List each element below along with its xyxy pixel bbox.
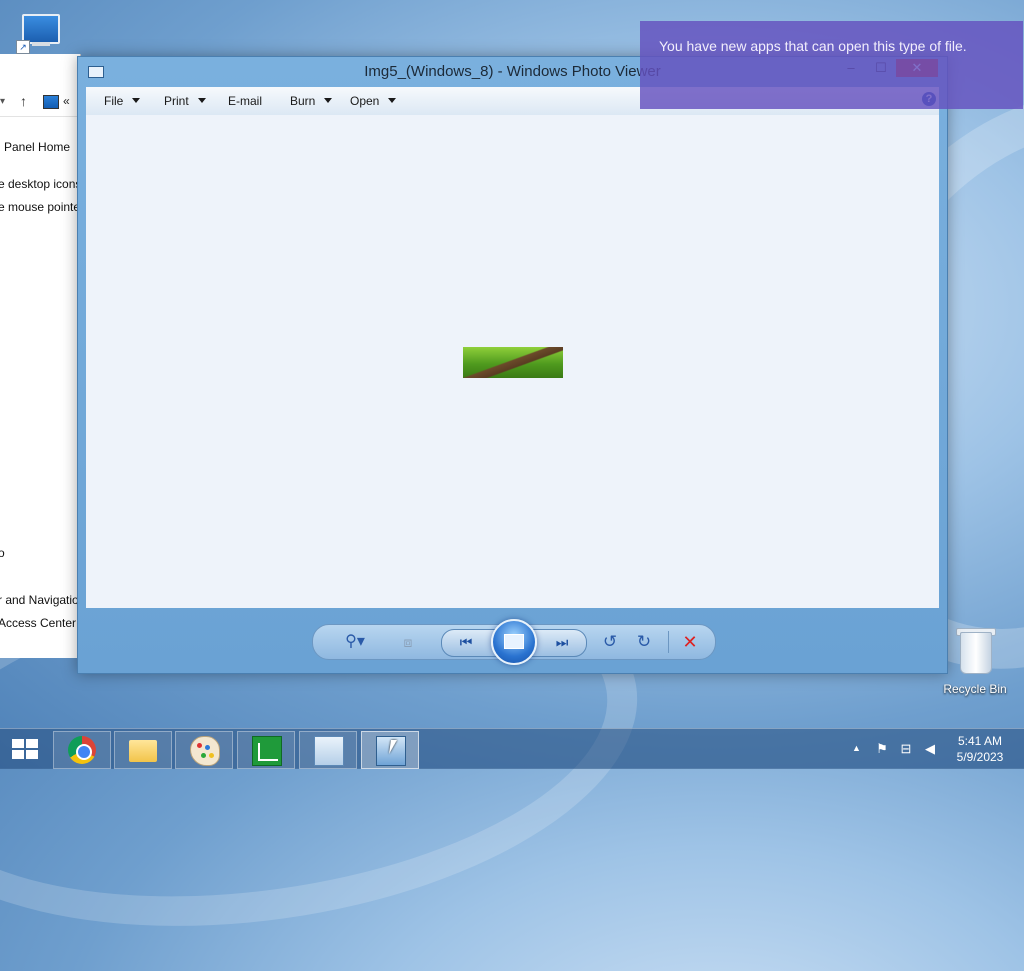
playback-controls: ⚲▾ ⧈ ⏮ ⏭ ↺ ↻ ✕ xyxy=(312,619,716,665)
network-icon[interactable]: ⊟ xyxy=(898,741,914,757)
up-arrow-icon[interactable]: ↑ xyxy=(20,93,27,109)
chrome-icon xyxy=(68,736,96,764)
paint-palette-icon xyxy=(190,736,220,766)
taskbar: ▲ ⚑ ⊟ ◀ 5:41 AM 5/9/2023 xyxy=(0,728,1024,769)
recycle-bin-label: Recycle Bin xyxy=(943,682,1007,696)
next-icon[interactable]: ⏭ xyxy=(545,631,579,653)
control-panel-window[interactable]: ▾ ↑ « l Panel Home e desktop icons e mou… xyxy=(0,54,81,658)
clock-date: 5/9/2023 xyxy=(956,750,1004,764)
slideshow-button[interactable] xyxy=(491,619,537,665)
start-button[interactable] xyxy=(12,739,38,759)
show-hidden-icons-button[interactable]: ▲ xyxy=(852,743,861,753)
recent-locations-dropdown[interactable]: ▾ xyxy=(0,96,5,107)
rotate-right-icon[interactable]: ↻ xyxy=(631,631,657,653)
previous-icon[interactable]: ⏮ xyxy=(449,631,483,653)
cp-link-mouse-pointers[interactable]: e mouse pointe xyxy=(0,200,80,214)
computer-desktop-icon[interactable]: ↗ xyxy=(14,10,64,56)
folder-icon xyxy=(129,740,157,762)
cp-link-navigation[interactable]: r and Navigatio xyxy=(0,593,79,607)
cp-link-desktop-icons[interactable]: e desktop icons xyxy=(0,177,80,191)
cp-link-panel-home[interactable]: l Panel Home xyxy=(0,140,70,154)
controls-divider xyxy=(668,631,669,653)
taskbar-file-explorer[interactable] xyxy=(114,731,172,769)
windows-logo-icon xyxy=(12,739,24,748)
taskbar-paint[interactable] xyxy=(175,731,233,769)
menu-open[interactable]: Open xyxy=(350,94,397,108)
actual-size-icon[interactable]: ⧈ xyxy=(395,631,421,653)
image-canvas[interactable] xyxy=(86,115,939,608)
action-center-flag-icon[interactable]: ⚑ xyxy=(874,741,890,757)
chart-icon xyxy=(252,736,282,766)
delete-icon[interactable]: ✕ xyxy=(675,631,705,653)
control-panel-icon xyxy=(43,95,59,109)
cp-link-truncated[interactable]: o xyxy=(0,546,5,560)
rotate-left-icon[interactable]: ↺ xyxy=(597,631,623,653)
system-clock[interactable]: 5:41 AM 5/9/2023 xyxy=(950,733,1010,765)
taskbar-chart-app[interactable] xyxy=(237,731,295,769)
chevron-down-icon xyxy=(324,98,333,103)
control-panel-toolbar: ▾ ↑ « xyxy=(0,90,80,117)
shortcut-arrow-icon: ↗ xyxy=(16,40,30,54)
menu-burn[interactable]: Burn xyxy=(290,94,333,108)
clock-time: 5:41 AM xyxy=(957,734,1003,748)
menu-print[interactable]: Print xyxy=(164,94,206,108)
control-panel-icon xyxy=(314,736,344,766)
cp-link-access-center[interactable]: Access Center xyxy=(0,616,76,630)
new-apps-notification[interactable]: You have new apps that can open this typ… xyxy=(640,21,1023,109)
menu-file[interactable]: File xyxy=(104,94,141,108)
slideshow-icon xyxy=(504,634,524,649)
breadcrumb[interactable]: « xyxy=(63,94,70,108)
volume-muted-icon[interactable]: ◀ xyxy=(922,741,938,757)
recycle-bin-desktop-icon[interactable]: Recycle Bin xyxy=(940,628,1010,700)
notification-message: You have new apps that can open this typ… xyxy=(659,38,967,54)
displayed-photo xyxy=(463,347,563,378)
zoom-icon[interactable]: ⚲▾ xyxy=(335,631,375,653)
taskbar-control-panel[interactable] xyxy=(299,731,357,769)
photo-viewer-window: Img5_(Windows_8) - Windows Photo Viewer … xyxy=(77,56,948,674)
chevron-down-icon xyxy=(132,98,141,103)
chevron-down-icon xyxy=(388,98,397,103)
menu-email[interactable]: E-mail xyxy=(228,94,262,108)
chevron-down-icon xyxy=(197,98,206,103)
taskbar-chrome[interactable] xyxy=(53,731,111,769)
recycle-bin-icon xyxy=(960,632,992,674)
